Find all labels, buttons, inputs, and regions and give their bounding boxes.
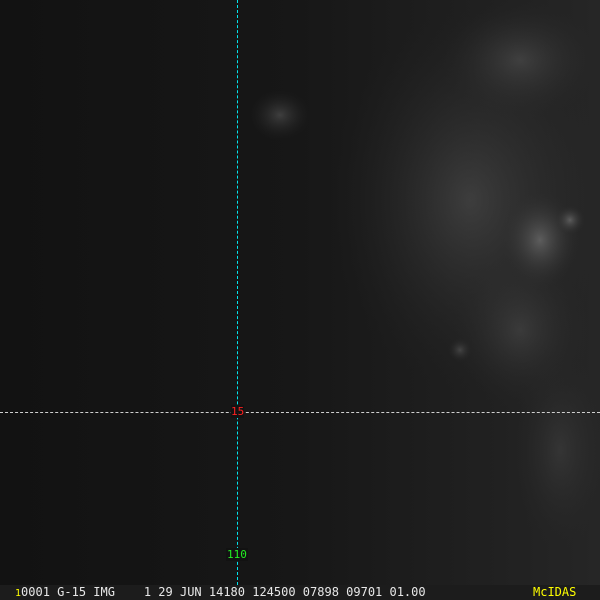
latitude-label: 15 bbox=[231, 405, 245, 418]
satellite-display: 15 110 10001 G-15 IMG 1 29 JUN 14180 124… bbox=[0, 0, 600, 600]
latitude-gridline bbox=[0, 412, 600, 413]
brand-label: McIDAS bbox=[533, 585, 577, 599]
status-bar: 10001 G-15 IMG 1 29 JUN 14180 124500 078… bbox=[0, 585, 600, 600]
image-info: 0001 G-15 IMG 1 29 JUN 14180 124500 0789… bbox=[21, 585, 426, 599]
longitude-label: 110 bbox=[226, 548, 248, 561]
longitude-gridline bbox=[237, 0, 238, 585]
satellite-image bbox=[0, 0, 600, 585]
